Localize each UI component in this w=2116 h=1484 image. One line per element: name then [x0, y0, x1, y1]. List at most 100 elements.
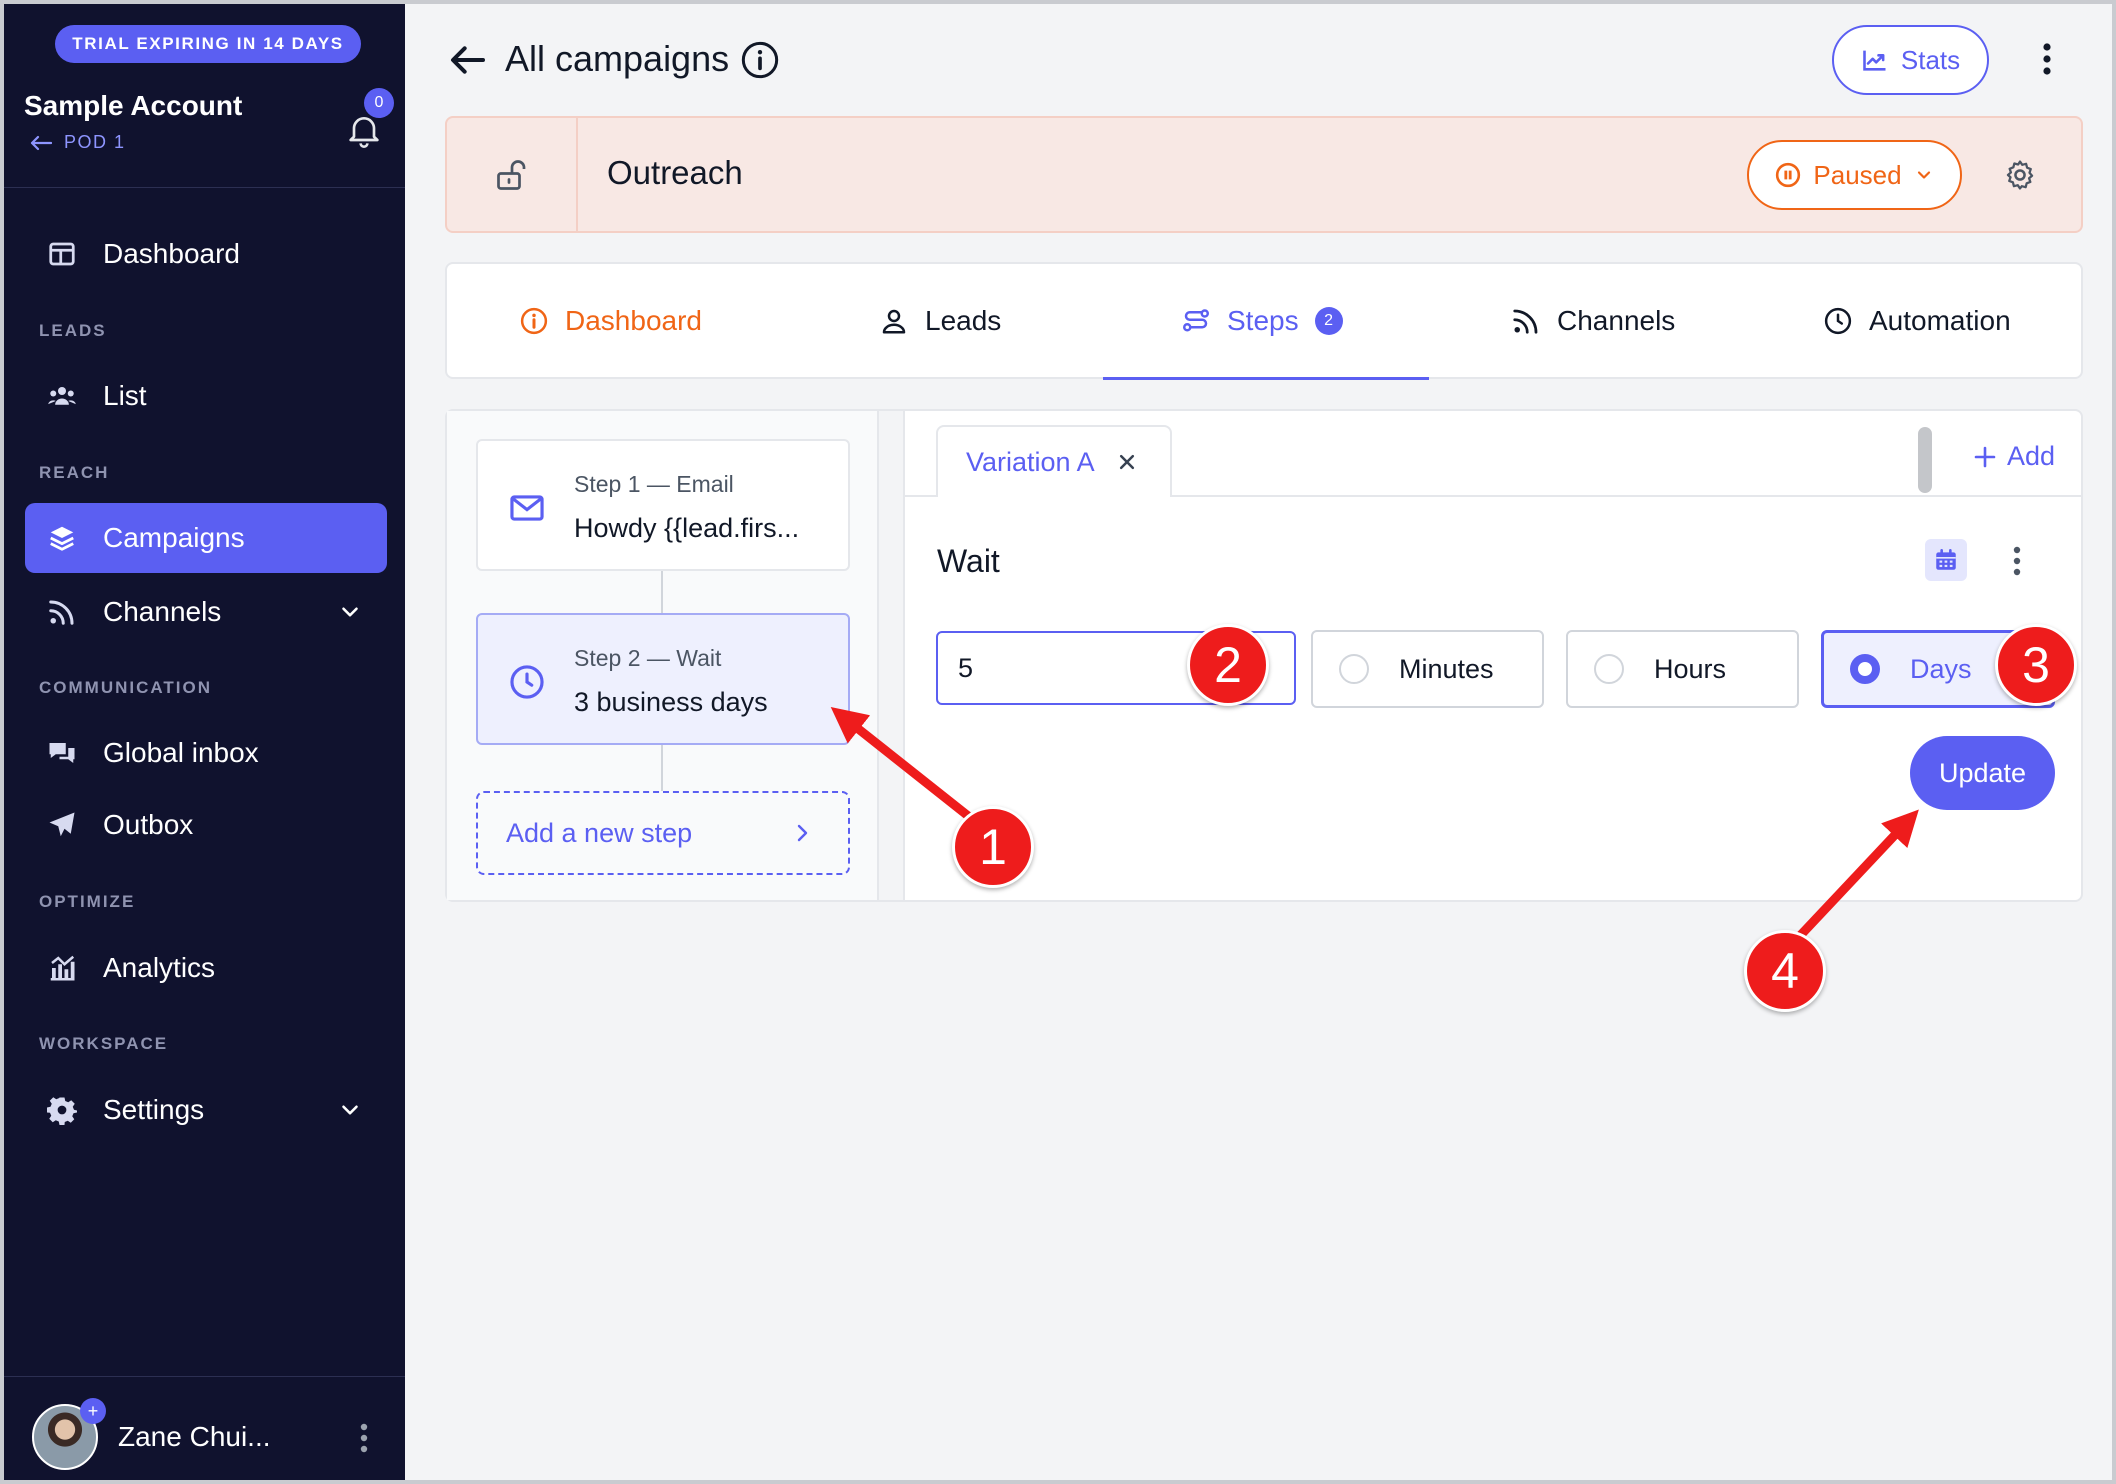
section-label-communication: COMMUNICATION: [39, 678, 212, 697]
variation-tab-label: Variation A: [966, 446, 1095, 477]
tab-dashboard[interactable]: Dashboard: [519, 264, 702, 377]
radio-button-selected[interactable]: [1850, 654, 1880, 684]
step-connector: [661, 571, 663, 613]
section-label-optimize: OPTIMIZE: [39, 892, 136, 911]
gear-icon: [47, 1097, 77, 1125]
variation-tab-a[interactable]: Variation A: [936, 425, 1172, 497]
sidebar-item-analytics[interactable]: Analytics: [25, 933, 387, 1003]
rss-icon: [1513, 309, 1538, 334]
wait-title: Wait: [937, 543, 1000, 579]
user-icon: [882, 309, 906, 333]
sidebar-item-label: Dashboard: [103, 238, 240, 269]
avatar-plus-badge[interactable]: +: [80, 1398, 106, 1424]
account-name[interactable]: Sample Account: [24, 90, 242, 122]
back-arrow-icon[interactable]: [448, 40, 488, 80]
sidebar-item-label: Analytics: [103, 952, 216, 983]
tab-label: Leads: [925, 304, 1002, 336]
section-label-leads: LEADS: [39, 321, 107, 340]
calendar-icon: [1936, 548, 1956, 570]
unit-option-hours[interactable]: Hours: [1566, 630, 1799, 708]
column-divider: [879, 411, 905, 900]
unit-label: Minutes: [1399, 653, 1494, 684]
step-card-wait[interactable]: Step 2 — Wait 3 business days: [476, 613, 850, 745]
sidebar-divider: [4, 1376, 405, 1377]
radio-button[interactable]: [1594, 654, 1624, 684]
plus-icon: [1974, 446, 1996, 467]
step-card-email[interactable]: Step 1 — Email Howdy {{lead.firs...: [476, 439, 850, 571]
step-subtitle: Step 1 — Email: [574, 471, 734, 497]
info-icon[interactable]: [740, 40, 780, 80]
sidebar-item-dashboard[interactable]: Dashboard: [25, 219, 387, 289]
campaign-header: Outreach Paused: [445, 116, 2083, 233]
close-icon[interactable]: [1117, 452, 1137, 472]
radio-button[interactable]: [1339, 654, 1369, 684]
lock-toggle[interactable]: [447, 118, 578, 231]
sidebar-item-channels[interactable]: Channels: [25, 577, 387, 647]
tab-channels[interactable]: Channels: [1511, 264, 1675, 377]
more-vertical-icon[interactable]: [358, 1422, 370, 1454]
section-label-reach: REACH: [39, 463, 110, 482]
stats-button[interactable]: Stats: [1832, 25, 1989, 95]
steps-list: Step 1 — Email Howdy {{lead.firs... Step…: [447, 411, 879, 900]
sidebar-item-settings[interactable]: Settings: [25, 1075, 387, 1145]
sidebar-item-label: Settings: [103, 1094, 205, 1125]
chevron-right-icon: [797, 824, 808, 842]
add-step-label: Add a new step: [506, 817, 693, 848]
tab-label: Steps: [1227, 304, 1299, 336]
add-step-button[interactable]: Add a new step: [476, 791, 850, 875]
campaign-name[interactable]: Outreach: [607, 154, 743, 192]
tabs-scrollbar[interactable]: [1918, 427, 1932, 493]
chart-line-icon: [1863, 50, 1886, 71]
pod-switcher[interactable]: POD 1: [30, 132, 126, 153]
steps-count-badge: 2: [1314, 306, 1343, 335]
more-vertical-icon[interactable]: [2040, 42, 2054, 76]
sidebar-item-label: Outbox: [103, 809, 194, 840]
user-profile[interactable]: + Zane Chui...: [32, 1398, 388, 1472]
pause-circle-icon: [1776, 162, 1801, 188]
sidebar-item-label: Channels: [103, 596, 222, 627]
more-vertical-icon[interactable]: [2011, 545, 2023, 577]
sidebar-item-label: Global inbox: [103, 737, 259, 768]
step-summary: Howdy {{lead.firs...: [574, 513, 800, 543]
dashboard-icon: [49, 242, 75, 266]
arrow-left-icon: [30, 135, 52, 150]
calendar-button[interactable]: [1925, 539, 1967, 581]
sidebar-item-outbox[interactable]: Outbox: [25, 790, 387, 860]
tab-automation[interactable]: Automation: [1823, 264, 2011, 377]
add-variation-label: Add: [2007, 441, 2056, 471]
sidebar: TRIAL EXPIRING IN 14 DAYS Sample Account…: [4, 4, 405, 1480]
users-icon: [48, 387, 76, 405]
notification-count-badge: 0: [364, 88, 394, 118]
tab-leads[interactable]: Leads: [879, 264, 1001, 377]
stats-label: Stats: [1900, 44, 1961, 75]
pod-label: POD 1: [64, 132, 126, 152]
trial-badge[interactable]: TRIAL EXPIRING IN 14 DAYS: [55, 25, 361, 63]
tab-steps[interactable]: Steps 2: [1181, 264, 1343, 377]
avatar[interactable]: +: [32, 1398, 106, 1470]
update-button[interactable]: Update: [1910, 736, 2055, 810]
active-tab-indicator: [1103, 377, 1429, 380]
annotation-marker-4: 4: [1744, 930, 1826, 1012]
sidebar-item-campaigns[interactable]: Campaigns: [25, 503, 387, 573]
settings-gear-icon[interactable]: [2003, 158, 2037, 192]
rss-icon: [49, 600, 74, 625]
unit-option-minutes[interactable]: Minutes: [1311, 630, 1544, 708]
add-variation-button[interactable]: Add: [1973, 441, 2055, 472]
sidebar-item-global-inbox[interactable]: Global inbox: [25, 718, 387, 788]
unit-label: Hours: [1654, 653, 1727, 684]
clock-icon: [510, 665, 544, 699]
tab-label: Automation: [1869, 304, 2011, 336]
sidebar-divider: [4, 187, 405, 188]
user-name: Zane Chui...: [118, 1421, 271, 1452]
sidebar-item-label: List: [103, 380, 147, 411]
step-connector: [661, 745, 663, 791]
section-label-workspace: WORKSPACE: [39, 1034, 169, 1053]
sidebar-item-label: Campaigns: [103, 522, 245, 553]
sidebar-item-list[interactable]: List: [25, 361, 387, 431]
chat-icon: [49, 743, 75, 763]
annotation-marker-3: 3: [1995, 624, 2077, 706]
unlock-icon: [496, 159, 525, 190]
chevron-down-icon: [342, 1105, 358, 1115]
status-dropdown[interactable]: Paused: [1747, 140, 1962, 210]
step-subtitle: Step 2 — Wait: [574, 645, 722, 671]
